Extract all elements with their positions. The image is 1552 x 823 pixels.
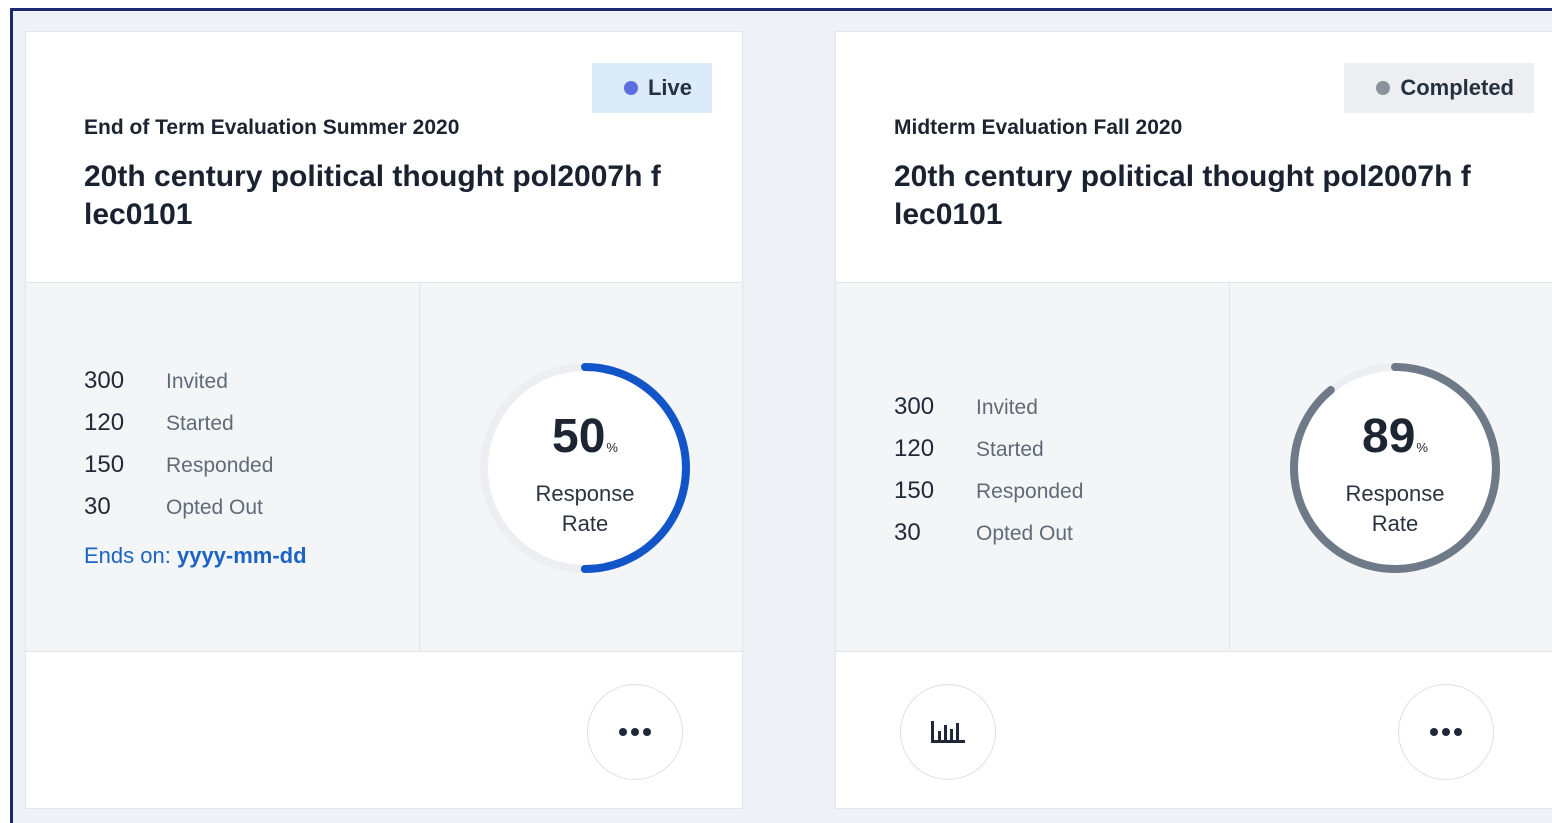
card-stats-section: 300 Invited 120 Started 150 Responded 30… (26, 283, 742, 652)
status-label: Completed (1400, 75, 1514, 100)
card-header: Completed Midterm Evaluation Fall 2020 2… (836, 32, 1552, 283)
evaluation-title: Midterm Evaluation Fall 2020 (894, 116, 1183, 139)
percent-sign: % (606, 440, 618, 455)
more-horizontal-icon (1430, 728, 1462, 736)
response-rate-value: 50% (478, 409, 692, 464)
stat-responded: 150 Responded (894, 477, 1083, 505)
stat-opted-out: 30 Opted Out (894, 519, 1073, 547)
stat-value: 120 (84, 409, 125, 436)
response-rate-number: 89 (1362, 410, 1416, 463)
response-rate-label: Response Rate (1288, 479, 1502, 539)
status-badge-completed: Completed (1344, 63, 1534, 113)
stat-value: 120 (894, 435, 935, 462)
response-rate-section: 50% Response Rate (420, 283, 742, 651)
more-options-button[interactable] (1398, 684, 1494, 780)
stat-label: Responded (976, 480, 1084, 503)
stat-label: Invited (976, 396, 1038, 419)
response-rate-value: 89% (1288, 409, 1502, 464)
card-footer (836, 652, 1552, 810)
evaluation-card: Live End of Term Evaluation Summer 2020 … (25, 31, 743, 809)
stat-label: Responded (166, 454, 274, 477)
response-rate-label-line1: Response (535, 481, 635, 506)
bar-chart-icon (931, 721, 965, 743)
ends-on: Ends on: yyyy-mm-dd (84, 543, 307, 569)
response-rate-label-line2: Rate (1371, 511, 1419, 536)
gauge-ring (1290, 363, 1500, 573)
status-dot-icon (1376, 81, 1391, 95)
stat-responded: 150 Responded (84, 451, 273, 479)
course-title[interactable]: 20th century political thought pol2007h … (894, 158, 1514, 234)
stat-label: Opted Out (976, 522, 1073, 545)
stat-label: Started (976, 438, 1044, 461)
stat-value: 30 (84, 493, 111, 520)
ends-on-date: yyyy-mm-dd (176, 543, 307, 568)
stats-list: 300 Invited 120 Started 150 Responded 30… (836, 283, 1230, 651)
stat-value: 150 (894, 477, 935, 504)
stat-started: 120 Started (894, 435, 1044, 463)
stat-label: Opted Out (166, 496, 263, 519)
response-rate-gauge: 50% Response Rate (478, 361, 692, 575)
card-stats-section: 300 Invited 120 Started 150 Responded 30… (836, 283, 1552, 652)
more-options-button[interactable] (587, 684, 683, 780)
response-rate-label: Response Rate (478, 479, 692, 539)
stat-value: 300 (84, 367, 125, 394)
ends-on-label: Ends on: (84, 543, 171, 568)
response-rate-section: 89% Response Rate (1230, 283, 1552, 651)
response-rate-gauge: 89% Response Rate (1288, 361, 1502, 575)
course-title[interactable]: 20th century political thought pol2007h … (84, 158, 704, 234)
card-header: Live End of Term Evaluation Summer 2020 … (26, 32, 742, 283)
evaluation-title: End of Term Evaluation Summer 2020 (84, 116, 460, 139)
stat-value: 30 (894, 519, 921, 546)
percent-sign: % (1416, 440, 1428, 455)
stat-started: 120 Started (84, 409, 234, 437)
card-footer (26, 652, 742, 810)
stat-invited: 300 Invited (894, 393, 1038, 421)
evaluation-card: Completed Midterm Evaluation Fall 2020 2… (835, 31, 1552, 809)
status-dot-icon (623, 81, 638, 95)
response-rate-label-line1: Response (1345, 481, 1445, 506)
stat-label: Invited (166, 370, 228, 393)
view-report-button[interactable] (900, 684, 996, 780)
status-label: Live (647, 75, 692, 100)
response-rate-number: 50 (552, 410, 606, 463)
gauge-ring (480, 363, 690, 573)
stat-value: 150 (84, 451, 125, 478)
evaluations-panel: Live End of Term Evaluation Summer 2020 … (10, 8, 1552, 823)
response-rate-label-line2: Rate (561, 511, 609, 536)
more-horizontal-icon (619, 728, 651, 736)
stat-opted-out: 30 Opted Out (84, 493, 263, 521)
stat-invited: 300 Invited (84, 367, 228, 395)
status-badge-live: Live (591, 63, 712, 113)
stat-value: 300 (894, 393, 935, 420)
stat-label: Started (166, 412, 234, 435)
stats-list: 300 Invited 120 Started 150 Responded 30… (26, 283, 420, 651)
